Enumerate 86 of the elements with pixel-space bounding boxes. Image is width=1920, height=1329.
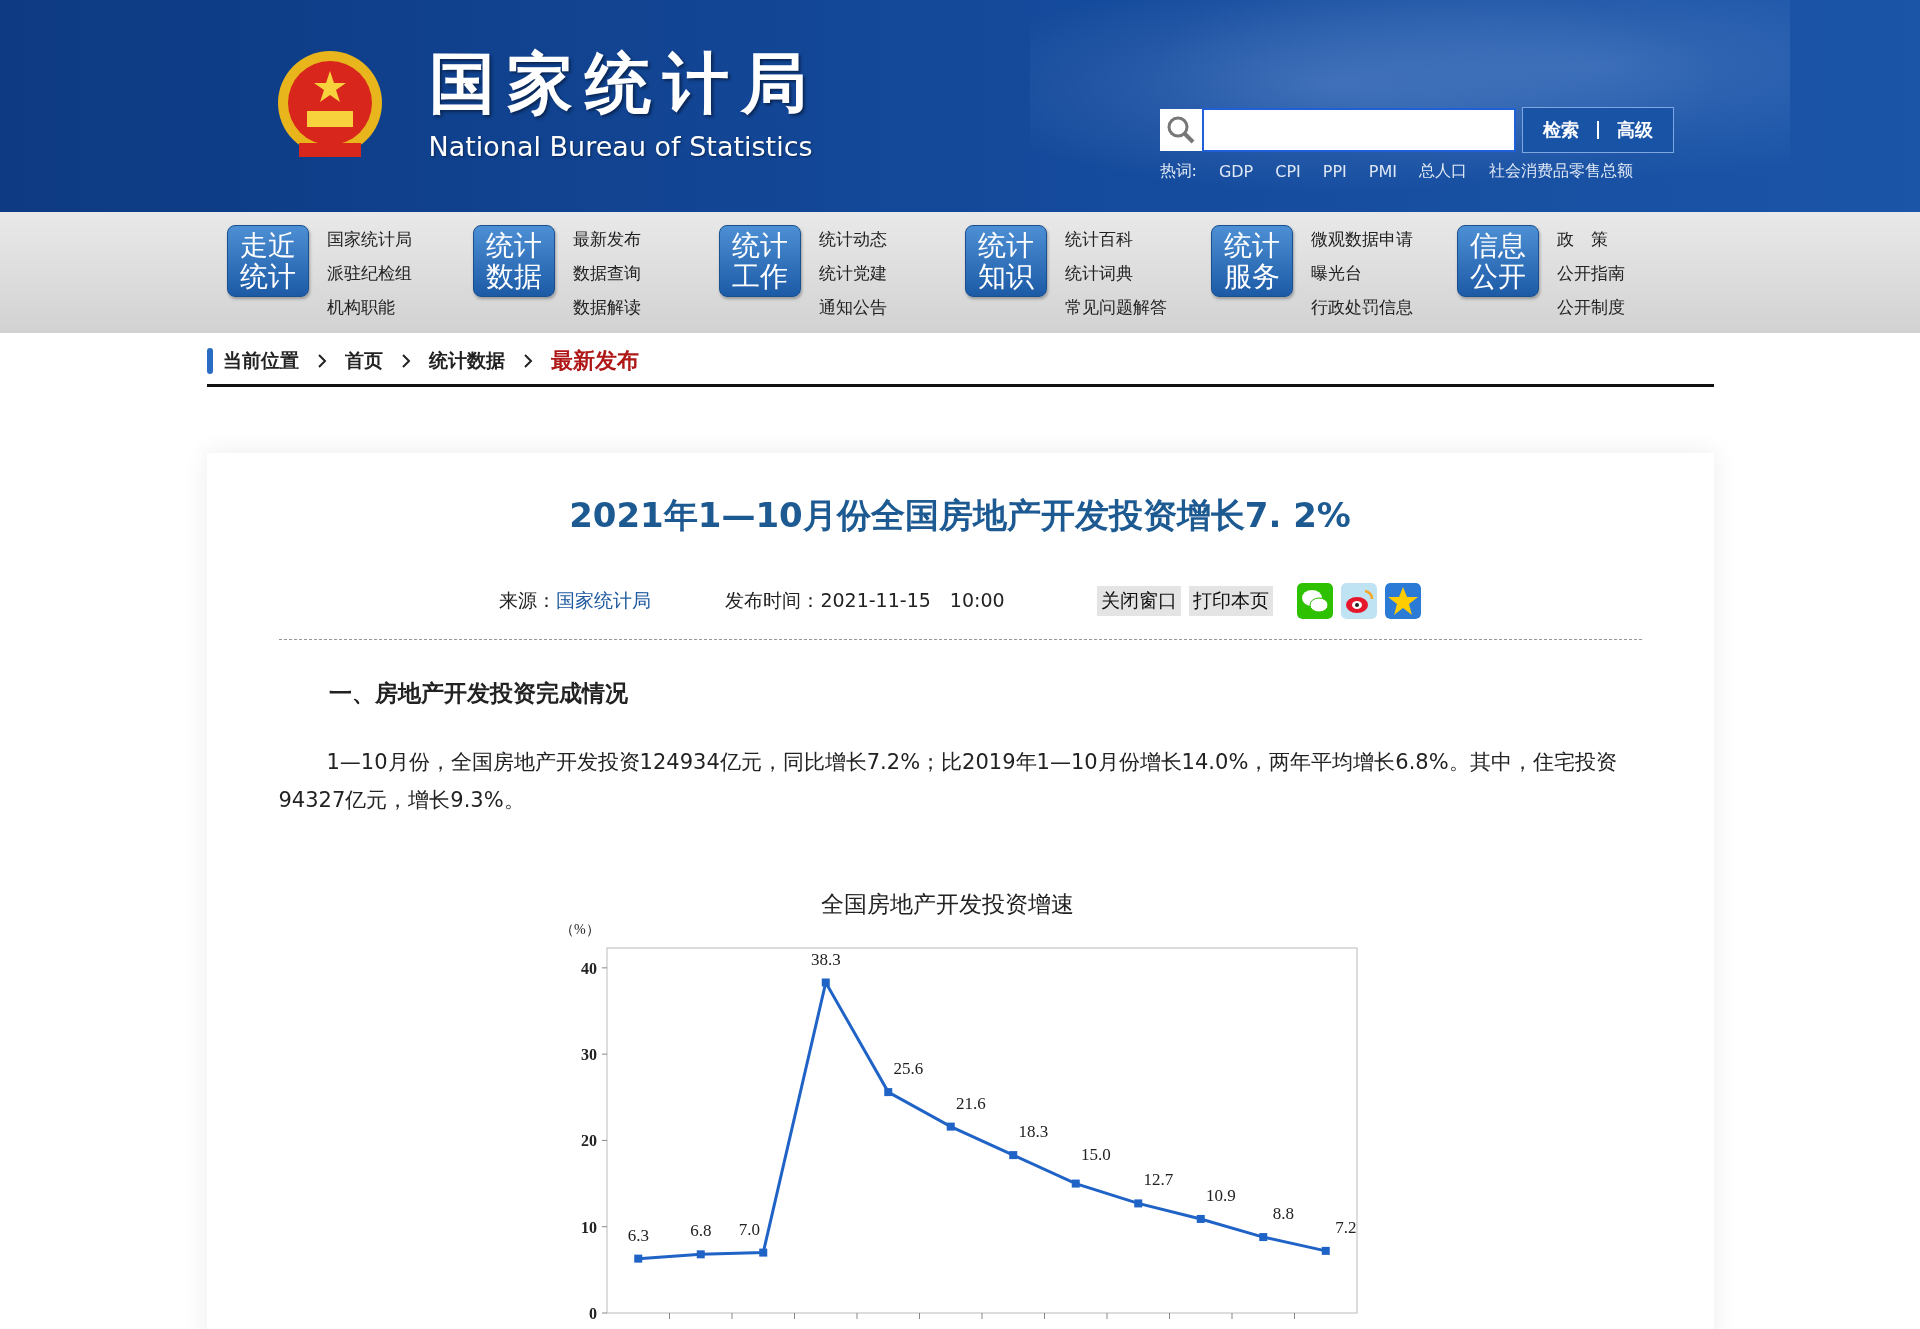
nav-link[interactable]: 常见问题解答 <box>1064 295 1167 319</box>
page-action-button[interactable]: 关闭窗口 <box>1096 586 1181 616</box>
chevron-icon <box>316 353 327 368</box>
nav-link[interactable]: 统计百科 <box>1064 227 1167 251</box>
nav-link[interactable]: 政 策 <box>1556 227 1625 251</box>
y-axis-unit: （%） <box>559 922 600 937</box>
nav-link[interactable]: 派驻纪检组 <box>326 261 412 285</box>
data-label: 21.6 <box>955 1093 986 1113</box>
nav-link[interactable]: 统计党建 <box>818 261 887 285</box>
nav-link[interactable]: 数据解读 <box>572 295 641 319</box>
data-point <box>758 1248 767 1257</box>
hot-word-link[interactable]: PMI <box>1368 161 1397 181</box>
data-point <box>696 1250 705 1259</box>
data-point <box>1071 1179 1080 1188</box>
search-field[interactable] <box>1201 107 1516 152</box>
nav-link[interactable]: 公开指南 <box>1556 261 1625 285</box>
site-subtitle: National Bureau of Statistics <box>428 130 814 162</box>
page-action-button[interactable]: 打印本页 <box>1188 586 1273 616</box>
y-tick-label: 40 <box>580 959 597 977</box>
nav-link[interactable]: 微观数据申请 <box>1310 227 1413 251</box>
data-point <box>1196 1214 1205 1223</box>
nav-link[interactable]: 通知公告 <box>818 295 887 319</box>
data-label: 12.7 <box>1142 1170 1173 1190</box>
y-tick-label: 0 <box>588 1305 597 1322</box>
data-label: 38.3 <box>810 949 841 969</box>
data-label: 8.8 <box>1272 1204 1294 1224</box>
nav-category-button[interactable]: 统计工作 <box>718 225 801 297</box>
nav-category-button[interactable]: 统计知识 <box>964 225 1047 297</box>
data-point <box>946 1122 955 1131</box>
data-point <box>1321 1246 1330 1255</box>
weibo-icon[interactable] <box>1340 583 1377 619</box>
nav-category-button[interactable]: 信息公开 <box>1456 225 1539 297</box>
chevron-icon <box>400 353 411 368</box>
breadcrumb-link[interactable]: 最新发布 <box>550 345 639 376</box>
publish-time: 发布时间：2021-11-15 10:00 <box>725 588 1005 613</box>
data-label: 6.3 <box>627 1225 649 1245</box>
nav-category-button[interactable]: 统计数据 <box>472 225 555 297</box>
data-label: 15.0 <box>1080 1144 1111 1164</box>
source-link[interactable]: 国家统计局 <box>556 588 652 614</box>
hot-word-link[interactable]: CPI <box>1275 161 1301 181</box>
nav-category-button[interactable]: 走近统计 <box>226 225 309 297</box>
wechat-icon[interactable] <box>1296 583 1333 619</box>
y-tick-label: 10 <box>580 1218 597 1236</box>
data-point <box>633 1254 642 1263</box>
breadcrumb-link[interactable]: 首页 <box>344 347 383 374</box>
chevron-icon <box>522 353 533 368</box>
breadcrumb-link[interactable]: 统计数据 <box>428 347 505 374</box>
search-icon <box>1165 114 1196 145</box>
data-point <box>1258 1233 1267 1242</box>
breadcrumb-marker <box>206 347 213 374</box>
data-label: 6.8 <box>689 1221 711 1241</box>
source-label: 来源： <box>499 588 557 613</box>
nav-link[interactable]: 曝光台 <box>1310 261 1413 285</box>
article-title: 2021年1—10月份全国房地产开发投资增长7. 2% <box>568 494 1352 537</box>
data-label: 7.0 <box>738 1219 760 1239</box>
site-title: 国家统计局 <box>428 50 819 117</box>
search-button[interactable]: 检索 <box>1532 117 1589 142</box>
article-paragraph: 1—10月份，全国房地产开发投资124934亿元，同比增长7.2%；比2019年1—10月份增长14.0%，两年平均增长6.8%。其中，住宅投资94327亿元，增长9.3%。 <box>278 749 1618 814</box>
data-point <box>1133 1199 1142 1208</box>
data-label: 7.2 <box>1334 1217 1356 1237</box>
data-label: 10.9 <box>1205 1185 1236 1205</box>
y-tick-label: 30 <box>580 1046 597 1064</box>
data-point <box>883 1088 892 1097</box>
nav-link[interactable]: 公开制度 <box>1556 295 1625 319</box>
data-point <box>821 978 830 987</box>
nav-link[interactable]: 国家统计局 <box>326 227 412 251</box>
data-label: 25.6 <box>892 1059 923 1079</box>
hot-word-link[interactable]: 社会消费品零售总额 <box>1489 160 1633 182</box>
y-tick-label: 20 <box>580 1132 597 1150</box>
breadcrumb-label: 当前位置 <box>222 347 299 373</box>
nav-link[interactable]: 机构职能 <box>326 295 412 319</box>
hot-words-label: 热词: <box>1159 160 1197 182</box>
hot-word-link[interactable]: GDP <box>1218 161 1254 181</box>
nav-link[interactable]: 最新发布 <box>572 227 641 251</box>
nav-link[interactable]: 数据查询 <box>572 261 641 285</box>
search-button[interactable]: 高级 <box>1606 117 1663 142</box>
data-point <box>1008 1151 1017 1160</box>
chart-title: 全国房地产开发投资增速 <box>819 890 1075 919</box>
hot-word-link[interactable]: PPI <box>1322 161 1347 181</box>
section-heading: 一、房地产开发投资完成情况 <box>328 679 629 708</box>
nav-link[interactable]: 行政处罚信息 <box>1310 295 1413 319</box>
data-label: 18.3 <box>1017 1122 1048 1142</box>
hot-word-link[interactable]: 总人口 <box>1419 160 1467 182</box>
nav-link[interactable]: 统计动态 <box>818 227 887 251</box>
nav-category-button[interactable]: 统计服务 <box>1210 225 1293 297</box>
nav-link[interactable]: 统计词典 <box>1064 261 1167 285</box>
